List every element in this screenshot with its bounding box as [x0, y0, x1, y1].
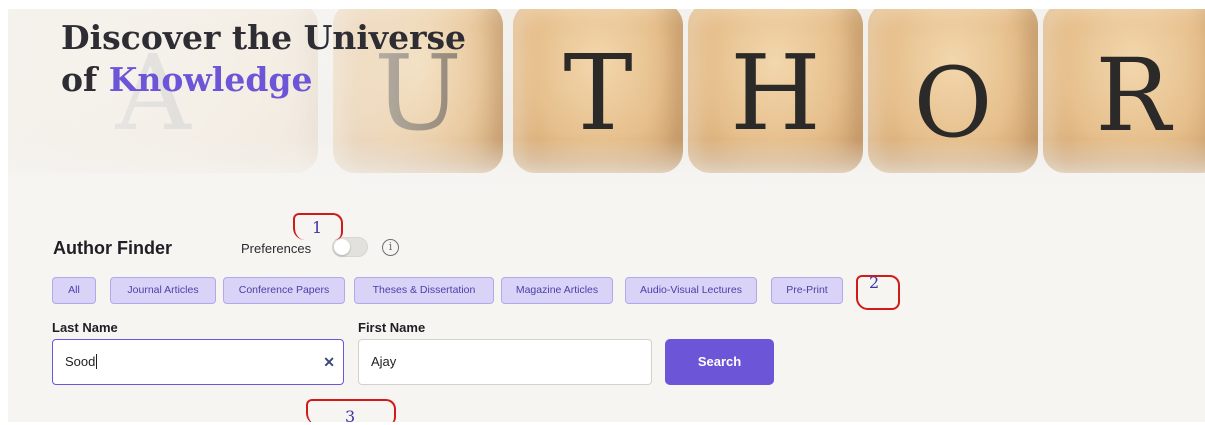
filter-chip-theses[interactable]: Theses & Dissertation	[354, 277, 494, 304]
annotation-number: 3	[345, 407, 356, 422]
hero-title: Discover the Universe of Knowledge	[61, 17, 466, 101]
filter-chip-journal-articles[interactable]: Journal Articles	[110, 277, 216, 304]
last-name-field[interactable]: Sood ✕	[52, 339, 344, 385]
hero-overlay	[8, 139, 1205, 209]
filter-chip-all[interactable]: All	[52, 277, 96, 304]
annotation-number: 2	[869, 273, 880, 292]
info-icon[interactable]: i	[382, 239, 399, 256]
filter-chip-audio-visual[interactable]: Audio-Visual Lectures	[625, 277, 757, 304]
search-button[interactable]: Search	[665, 339, 774, 385]
author-finder-page: A U T H O R Discover the Universe of Kno…	[8, 9, 1205, 422]
filter-chip-pre-print[interactable]: Pre-Print	[771, 277, 843, 304]
text-caret	[96, 354, 98, 369]
last-name-label: Last Name	[52, 320, 118, 335]
section-title: Author Finder	[53, 238, 172, 258]
annotation-number: 1	[312, 218, 323, 237]
hero-title-prefix: of	[61, 60, 109, 99]
first-name-label: First Name	[358, 320, 426, 335]
filter-chip-conference-papers[interactable]: Conference Papers	[223, 277, 345, 304]
first-name-value: Ajay	[371, 354, 397, 369]
preferences-label: Preferences	[241, 241, 312, 256]
first-name-field[interactable]: Ajay	[358, 339, 652, 385]
preferences-toggle[interactable]	[332, 237, 368, 257]
filter-chip-magazine-articles[interactable]: Magazine Articles	[501, 277, 613, 304]
close-icon[interactable]: ✕	[323, 354, 335, 370]
hero-banner: A U T H O R Discover the Universe of Kno…	[8, 9, 1205, 209]
hero-title-accent: Knowledge	[108, 60, 313, 99]
toggle-knob	[334, 239, 350, 255]
hero-title-line1: Discover the Universe	[61, 18, 467, 57]
last-name-value: Sood	[65, 354, 98, 369]
